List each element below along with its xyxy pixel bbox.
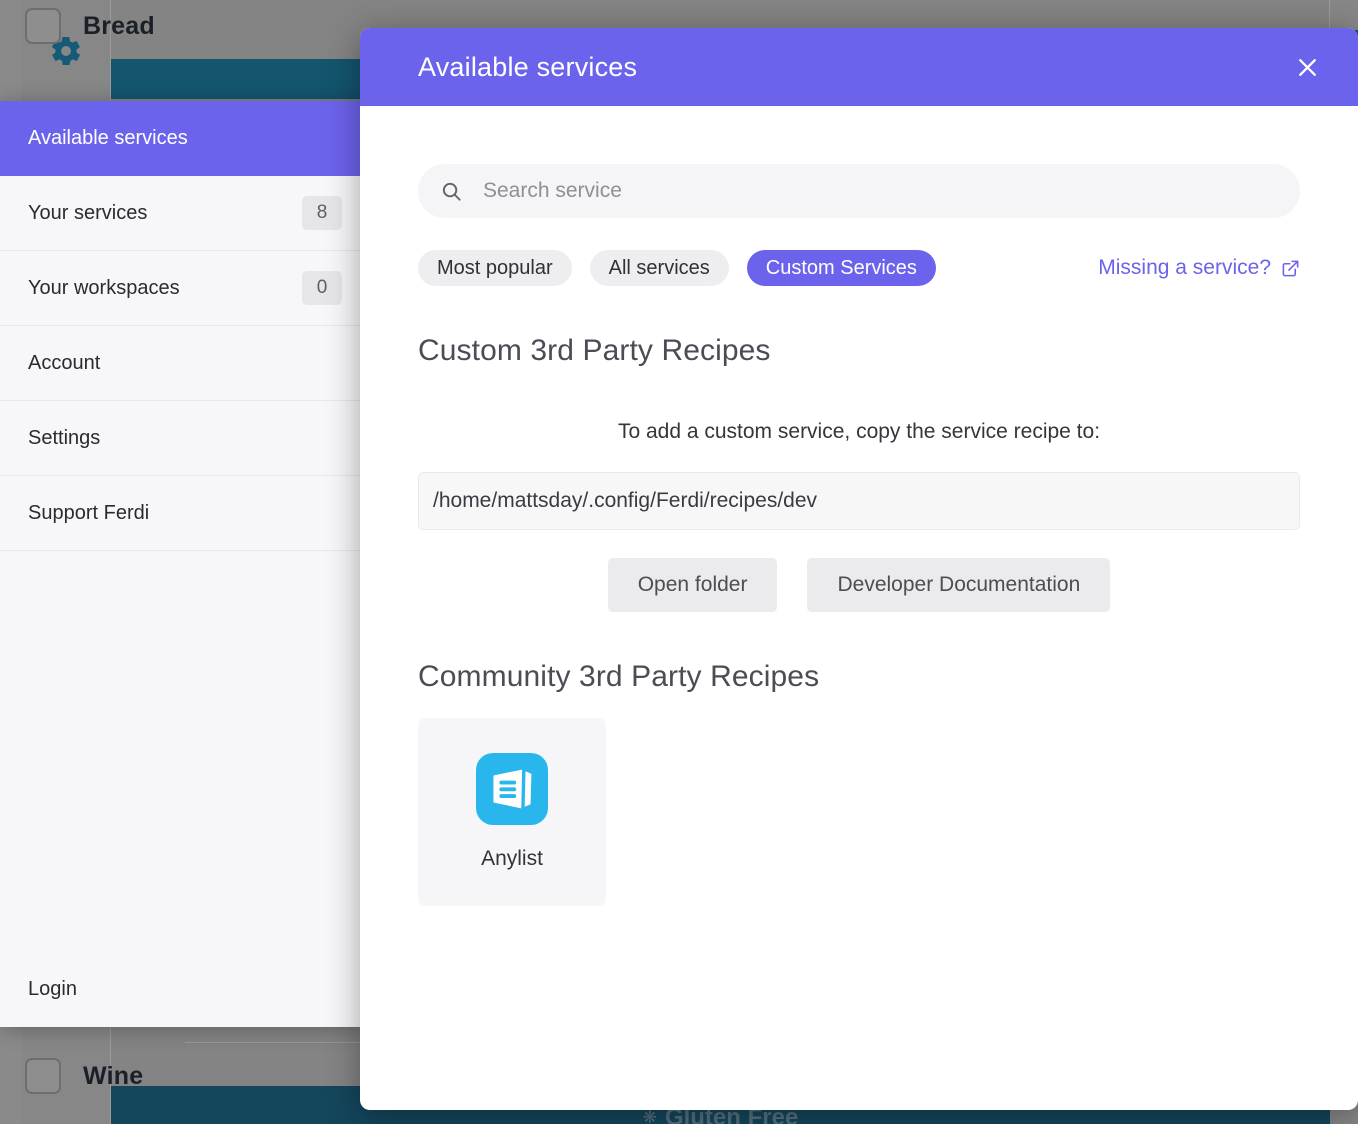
search-input[interactable] — [481, 178, 1278, 204]
service-filter-tabs: Most popular All services Custom Service… — [418, 250, 1300, 286]
sidebar-item-support-ferdi[interactable]: Support Ferdi — [0, 476, 370, 551]
sparkle-icon: ❋ — [642, 1108, 657, 1124]
recipe-card-anylist[interactable]: Anylist — [418, 718, 606, 906]
sidebar-item-label: Support Ferdi — [28, 501, 150, 524]
sidebar-spacer — [0, 551, 370, 952]
modal-header: Available services — [360, 28, 1358, 106]
sidebar-item-label: Settings — [28, 426, 101, 449]
missing-a-service-label: Missing a service? — [1098, 256, 1271, 279]
checkbox-wine[interactable] — [25, 1058, 61, 1094]
sidebar-badge-your-workspaces: 0 — [302, 271, 342, 305]
modal-body: Most popular All services Custom Service… — [360, 106, 1358, 906]
recipe-card-label: Anylist — [481, 847, 543, 870]
settings-sidebar: Available services Your services 8 Your … — [0, 101, 370, 1027]
available-services-modal: Available services Most popular All serv… — [360, 28, 1358, 1110]
recipe-path-input[interactable] — [418, 472, 1300, 530]
community-recipes-heading: Community 3rd Party Recipes — [418, 660, 820, 693]
sidebar-item-login[interactable]: Login — [0, 952, 370, 1027]
sidebar-item-label: Login — [28, 978, 77, 1000]
open-folder-button[interactable]: Open folder — [607, 558, 778, 612]
filter-tab-custom-services[interactable]: Custom Services — [746, 250, 936, 286]
missing-a-service-link[interactable]: Missing a service? — [1098, 256, 1300, 280]
close-icon[interactable] — [1286, 46, 1328, 88]
sidebar-badge-your-services: 8 — [302, 196, 342, 230]
search-bar[interactable] — [418, 164, 1300, 218]
modal-title: Available services — [418, 51, 638, 82]
filter-tab-most-popular[interactable]: Most popular — [418, 250, 572, 286]
developer-documentation-button[interactable]: Developer Documentation — [807, 558, 1111, 612]
anylist-icon — [476, 753, 548, 825]
search-icon — [440, 180, 463, 203]
checkbox-bread[interactable] — [25, 8, 61, 44]
sidebar-item-settings[interactable]: Settings — [0, 401, 370, 476]
sidebar-item-label: Your workspaces — [28, 276, 180, 299]
community-recipes-grid: Anylist — [418, 718, 1300, 906]
sidebar-item-your-workspaces[interactable]: Your workspaces 0 — [0, 251, 370, 326]
filter-tab-all-services[interactable]: All services — [589, 250, 729, 286]
custom-recipes-help-text: To add a custom service, copy the servic… — [617, 420, 1101, 443]
custom-recipes-actions: Open folder Developer Documentation — [418, 558, 1300, 612]
background-row-label: Bread — [83, 11, 155, 40]
sidebar-item-your-services[interactable]: Your services 8 — [0, 176, 370, 251]
sidebar-item-label: Account — [28, 351, 101, 374]
sidebar-item-label: Available services — [28, 126, 188, 149]
custom-recipes-heading: Custom 3rd Party Recipes — [418, 334, 771, 367]
sidebar-item-available-services[interactable]: Available services — [0, 101, 370, 176]
sidebar-item-label: Your services — [28, 201, 148, 224]
external-link-icon — [1281, 259, 1300, 278]
sidebar-item-account[interactable]: Account — [0, 326, 370, 401]
